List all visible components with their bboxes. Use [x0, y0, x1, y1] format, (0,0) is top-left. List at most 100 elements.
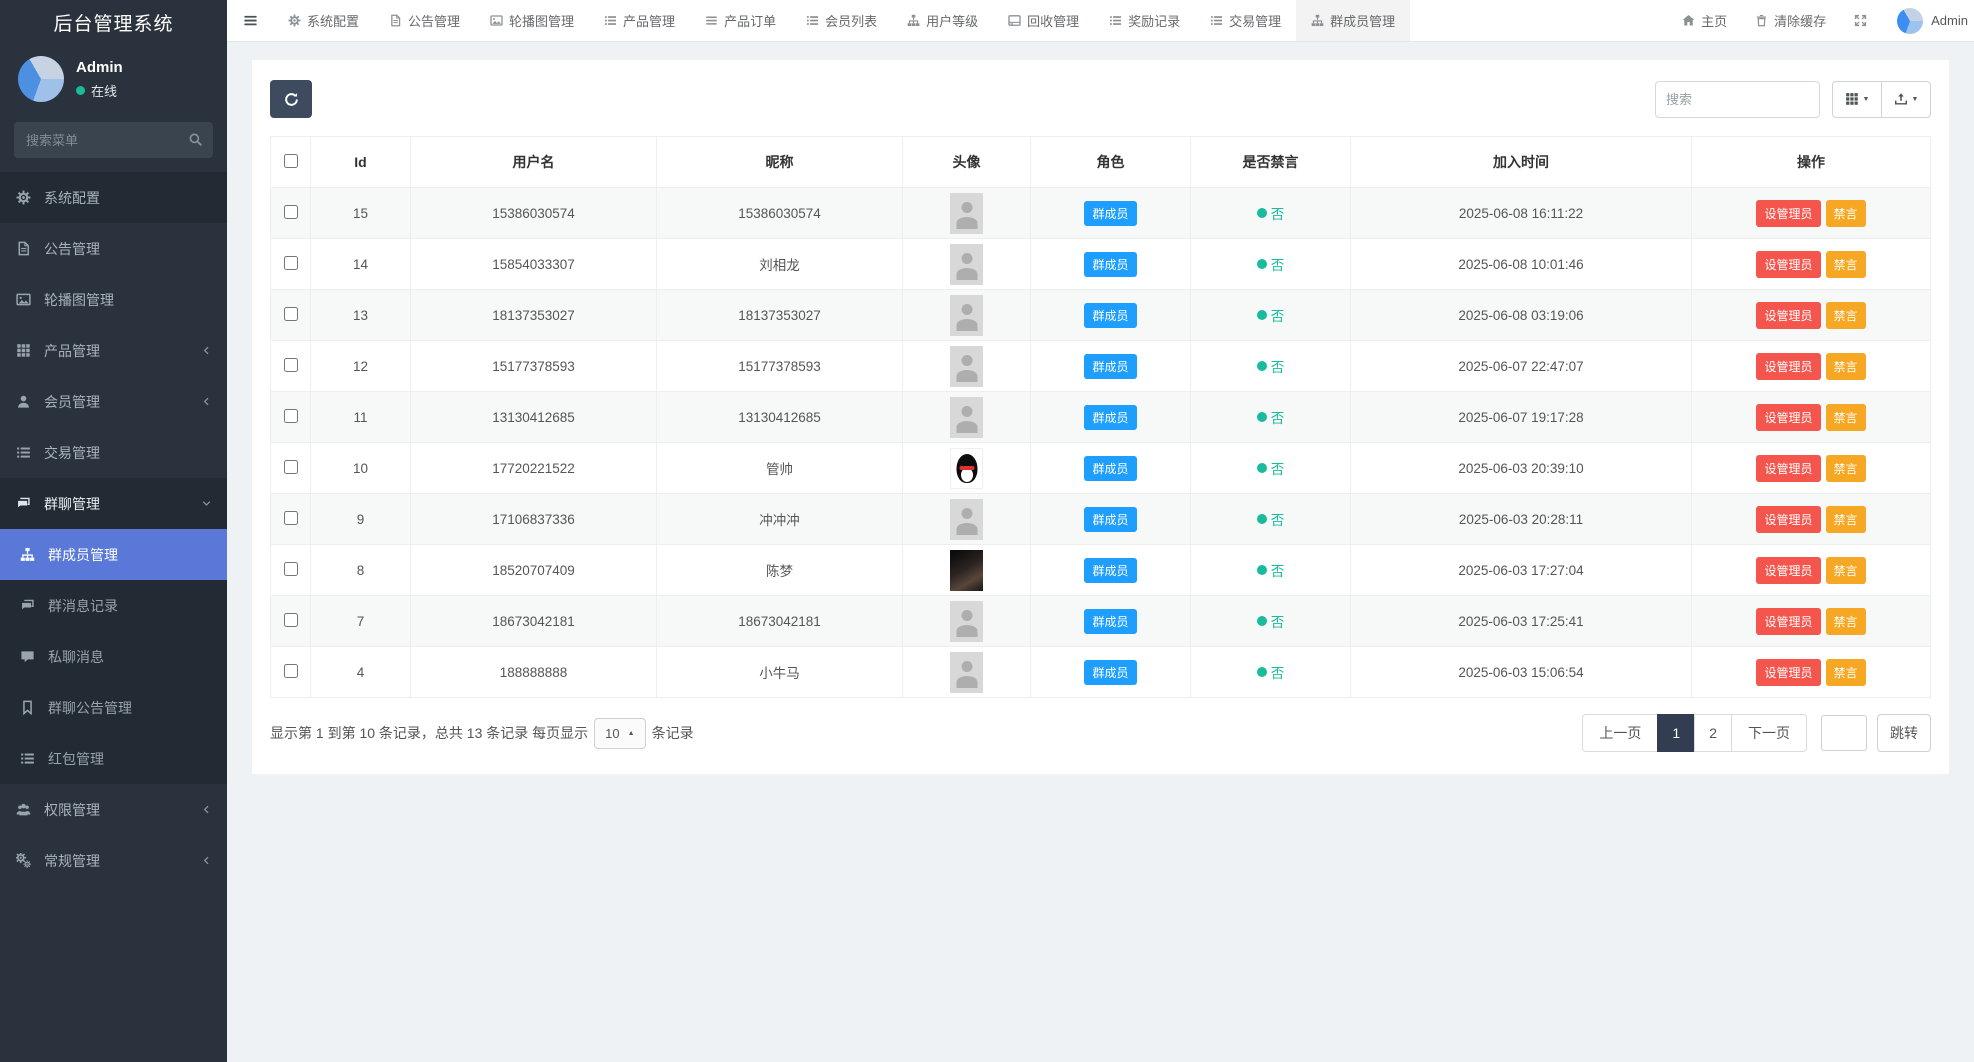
- mute-button[interactable]: 禁言: [1826, 608, 1866, 635]
- row-checkbox[interactable]: [284, 307, 298, 321]
- tab-system-config[interactable]: 系统配置: [273, 0, 374, 41]
- cell-username: 13130412685: [411, 392, 657, 443]
- prev-page-button[interactable]: 上一页: [1582, 714, 1658, 752]
- sidebar-item-general[interactable]: 常规管理: [0, 835, 227, 886]
- set-admin-button[interactable]: 设管理员: [1756, 302, 1820, 329]
- row-checkbox[interactable]: [284, 613, 298, 627]
- role-badge: 群成员: [1084, 558, 1136, 583]
- row-checkbox[interactable]: [284, 664, 298, 678]
- mute-button[interactable]: 禁言: [1826, 506, 1866, 533]
- set-admin-button[interactable]: 设管理员: [1756, 506, 1820, 533]
- refresh-button[interactable]: [270, 80, 312, 118]
- row-checkbox[interactable]: [284, 205, 298, 219]
- cell-nickname: 15386030574: [657, 188, 903, 239]
- mute-button[interactable]: 禁言: [1826, 404, 1866, 431]
- cell-id: 12: [311, 341, 411, 392]
- set-admin-button[interactable]: 设管理员: [1756, 608, 1820, 635]
- columns-button[interactable]: ▼: [1832, 81, 1882, 118]
- row-checkbox[interactable]: [284, 562, 298, 576]
- mute-button[interactable]: 禁言: [1826, 200, 1866, 227]
- sidebar-item-private-messages[interactable]: 私聊消息: [0, 631, 227, 682]
- table-search: [1655, 81, 1820, 118]
- sidebar-item-members[interactable]: 会员管理: [0, 376, 227, 427]
- cell-id: 10: [311, 443, 411, 494]
- online-dot-icon: [76, 86, 85, 95]
- sidebar-item-group-members[interactable]: 群成员管理: [0, 529, 227, 580]
- sidebar-item-system-config[interactable]: 系统配置: [0, 172, 227, 223]
- fullscreen-button[interactable]: [1840, 0, 1887, 41]
- admin-avatar[interactable]: [1897, 8, 1923, 34]
- row-checkbox[interactable]: [284, 256, 298, 270]
- table-header-row: Id 用户名 昵称 头像 角色 是否禁言 加入时间 操作: [271, 137, 1931, 188]
- export-button[interactable]: ▼: [1881, 81, 1931, 118]
- sidebar-item-announcements[interactable]: 公告管理: [0, 223, 227, 274]
- clear-cache-link[interactable]: 清除缓存: [1741, 0, 1840, 41]
- jump-button[interactable]: 跳转: [1877, 714, 1931, 752]
- sidebar-item-group-announcements[interactable]: 群聊公告管理: [0, 682, 227, 733]
- tab-rewards[interactable]: 奖励记录: [1094, 0, 1195, 41]
- set-admin-button[interactable]: 设管理员: [1756, 455, 1820, 482]
- tab-product-orders[interactable]: 产品订单: [690, 0, 791, 41]
- set-admin-button[interactable]: 设管理员: [1756, 251, 1820, 278]
- page-button-1[interactable]: 1: [1657, 714, 1695, 752]
- tab-carousel[interactable]: 轮播图管理: [475, 0, 589, 41]
- select-all-checkbox[interactable]: [284, 154, 298, 168]
- pagination: 显示第 1 到第 10 条记录，总共 13 条记录 每页显示 10▲ 条记录 上…: [270, 714, 1931, 752]
- avatar-placeholder: [950, 346, 983, 387]
- mute-button[interactable]: 禁言: [1826, 659, 1866, 686]
- mute-button[interactable]: 禁言: [1826, 302, 1866, 329]
- menu-search: [14, 122, 213, 158]
- tab-announcements[interactable]: 公告管理: [374, 0, 475, 41]
- tab-group-members[interactable]: 群成员管理: [1296, 0, 1410, 41]
- home-link[interactable]: 主页: [1668, 0, 1741, 41]
- tab-products[interactable]: 产品管理: [589, 0, 690, 41]
- sidebar-item-permissions[interactable]: 权限管理: [0, 784, 227, 835]
- menu-search-input[interactable]: [14, 122, 213, 158]
- mute-button[interactable]: 禁言: [1826, 353, 1866, 380]
- sidebar-item-products[interactable]: 产品管理: [0, 325, 227, 376]
- export-icon: [1894, 92, 1908, 106]
- table-card: ▼ ▼ Id 用户名 昵称 头像 角色: [252, 60, 1949, 774]
- sidebar-item-transactions[interactable]: 交易管理: [0, 427, 227, 478]
- set-admin-button[interactable]: 设管理员: [1756, 557, 1820, 584]
- sidebar-toggle-button[interactable]: [227, 0, 273, 41]
- row-checkbox[interactable]: [284, 460, 298, 474]
- set-admin-button[interactable]: 设管理员: [1756, 404, 1820, 431]
- set-admin-button[interactable]: 设管理员: [1756, 200, 1820, 227]
- row-checkbox[interactable]: [284, 358, 298, 372]
- muted-status: 否: [1257, 458, 1285, 478]
- tab-user-levels[interactable]: 用户等级: [892, 0, 993, 41]
- tab-member-list[interactable]: 会员列表: [791, 0, 892, 41]
- set-admin-button[interactable]: 设管理员: [1756, 659, 1820, 686]
- sidebar-item-carousel[interactable]: 轮播图管理: [0, 274, 227, 325]
- mute-button[interactable]: 禁言: [1826, 251, 1866, 278]
- muted-status: 否: [1257, 305, 1285, 325]
- admin-name[interactable]: Admin: [1931, 13, 1974, 28]
- tab-recycle[interactable]: 回收管理: [993, 0, 1094, 41]
- jump-page-input[interactable]: [1821, 715, 1867, 751]
- table-search-input[interactable]: [1655, 81, 1820, 118]
- sidebar-item-group-message-log[interactable]: 群消息记录: [0, 580, 227, 631]
- tab-transactions[interactable]: 交易管理: [1195, 0, 1296, 41]
- cogs-icon: [16, 853, 34, 868]
- cell-nickname: 13130412685: [657, 392, 903, 443]
- page-size-select[interactable]: 10▲: [594, 718, 645, 749]
- user-profile: Admin 在线: [0, 48, 227, 114]
- sidebar-item-red-packets[interactable]: 红包管理: [0, 733, 227, 784]
- cell-join-time: 2025-06-07 22:47:07: [1351, 341, 1692, 392]
- row-checkbox[interactable]: [284, 409, 298, 423]
- cell-nickname: 15177378593: [657, 341, 903, 392]
- role-badge: 群成员: [1084, 609, 1136, 634]
- mute-button[interactable]: 禁言: [1826, 557, 1866, 584]
- sidebar-item-group-chat[interactable]: 群聊管理: [0, 478, 227, 529]
- gear-icon: [16, 190, 34, 205]
- status-dot-icon: [1257, 616, 1267, 626]
- set-admin-button[interactable]: 设管理员: [1756, 353, 1820, 380]
- page-button-2[interactable]: 2: [1694, 714, 1732, 752]
- next-page-button[interactable]: 下一页: [1731, 714, 1807, 752]
- row-checkbox[interactable]: [284, 511, 298, 525]
- status-dot-icon: [1257, 667, 1267, 677]
- sidebar: 后台管理系统 Admin 在线 系统配置 公告管理 轮播图管理 产品管理 会员管…: [0, 0, 227, 1062]
- mute-button[interactable]: 禁言: [1826, 455, 1866, 482]
- cell-nickname: 刘相龙: [657, 239, 903, 290]
